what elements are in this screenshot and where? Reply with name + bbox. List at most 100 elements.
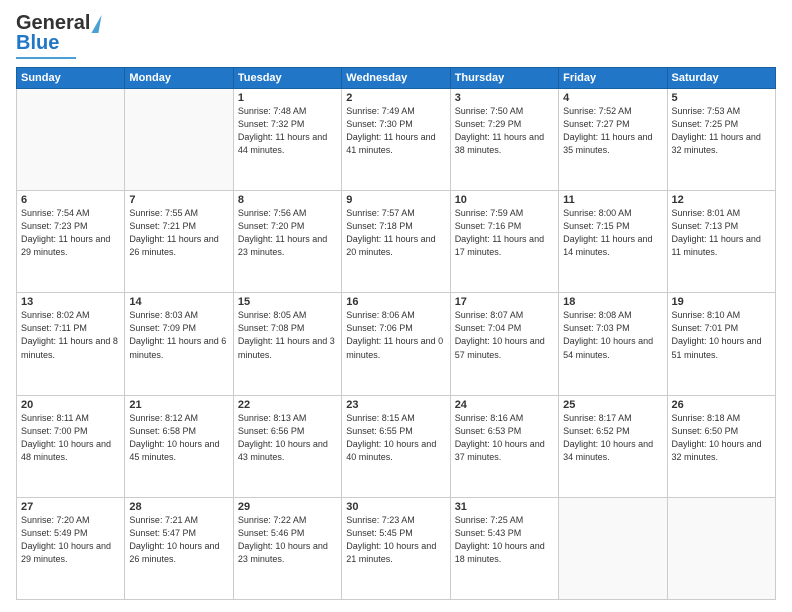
day-detail: Sunrise: 8:06 AM Sunset: 7:06 PM Dayligh… [346, 309, 445, 361]
weekday-header-friday: Friday [559, 68, 667, 89]
day-detail: Sunrise: 8:08 AM Sunset: 7:03 PM Dayligh… [563, 309, 662, 361]
day-number: 10 [455, 194, 554, 206]
day-number: 3 [455, 92, 554, 104]
day-number: 19 [672, 296, 771, 308]
page: General Blue SundayMondayTuesdayWednesda… [0, 0, 792, 612]
calendar-week-3: 13Sunrise: 8:02 AM Sunset: 7:11 PM Dayli… [17, 293, 776, 395]
calendar-cell: 6Sunrise: 7:54 AM Sunset: 7:23 PM Daylig… [17, 191, 125, 293]
calendar-cell: 23Sunrise: 8:15 AM Sunset: 6:55 PM Dayli… [342, 395, 450, 497]
calendar-cell: 16Sunrise: 8:06 AM Sunset: 7:06 PM Dayli… [342, 293, 450, 395]
calendar-cell: 20Sunrise: 8:11 AM Sunset: 7:00 PM Dayli… [17, 395, 125, 497]
day-detail: Sunrise: 8:03 AM Sunset: 7:09 PM Dayligh… [129, 309, 228, 361]
day-detail: Sunrise: 8:10 AM Sunset: 7:01 PM Dayligh… [672, 309, 771, 361]
calendar-cell: 14Sunrise: 8:03 AM Sunset: 7:09 PM Dayli… [125, 293, 233, 395]
day-number: 2 [346, 92, 445, 104]
calendar-cell: 8Sunrise: 7:56 AM Sunset: 7:20 PM Daylig… [233, 191, 341, 293]
weekday-header-monday: Monday [125, 68, 233, 89]
day-detail: Sunrise: 8:02 AM Sunset: 7:11 PM Dayligh… [21, 309, 120, 361]
calendar-cell: 7Sunrise: 7:55 AM Sunset: 7:21 PM Daylig… [125, 191, 233, 293]
logo-divider [16, 57, 76, 59]
calendar-cell [667, 497, 775, 599]
day-detail: Sunrise: 8:17 AM Sunset: 6:52 PM Dayligh… [563, 412, 662, 464]
calendar-cell: 1Sunrise: 7:48 AM Sunset: 7:32 PM Daylig… [233, 89, 341, 191]
calendar-cell: 10Sunrise: 7:59 AM Sunset: 7:16 PM Dayli… [450, 191, 558, 293]
day-number: 18 [563, 296, 662, 308]
calendar-week-4: 20Sunrise: 8:11 AM Sunset: 7:00 PM Dayli… [17, 395, 776, 497]
day-number: 16 [346, 296, 445, 308]
day-number: 30 [346, 501, 445, 513]
day-detail: Sunrise: 8:13 AM Sunset: 6:56 PM Dayligh… [238, 412, 337, 464]
weekday-header-tuesday: Tuesday [233, 68, 341, 89]
day-number: 12 [672, 194, 771, 206]
calendar-cell [559, 497, 667, 599]
calendar-cell: 5Sunrise: 7:53 AM Sunset: 7:25 PM Daylig… [667, 89, 775, 191]
day-detail: Sunrise: 7:48 AM Sunset: 7:32 PM Dayligh… [238, 105, 337, 157]
day-detail: Sunrise: 7:25 AM Sunset: 5:43 PM Dayligh… [455, 514, 554, 566]
day-number: 27 [21, 501, 120, 513]
day-number: 20 [21, 399, 120, 411]
day-detail: Sunrise: 7:57 AM Sunset: 7:18 PM Dayligh… [346, 207, 445, 259]
day-number: 6 [21, 194, 120, 206]
calendar-cell: 19Sunrise: 8:10 AM Sunset: 7:01 PM Dayli… [667, 293, 775, 395]
day-number: 8 [238, 194, 337, 206]
calendar-cell [125, 89, 233, 191]
day-detail: Sunrise: 7:53 AM Sunset: 7:25 PM Dayligh… [672, 105, 771, 157]
day-detail: Sunrise: 7:55 AM Sunset: 7:21 PM Dayligh… [129, 207, 228, 259]
calendar-cell: 18Sunrise: 8:08 AM Sunset: 7:03 PM Dayli… [559, 293, 667, 395]
day-detail: Sunrise: 8:18 AM Sunset: 6:50 PM Dayligh… [672, 412, 771, 464]
day-detail: Sunrise: 8:05 AM Sunset: 7:08 PM Dayligh… [238, 309, 337, 361]
day-detail: Sunrise: 7:23 AM Sunset: 5:45 PM Dayligh… [346, 514, 445, 566]
day-number: 25 [563, 399, 662, 411]
calendar-cell: 9Sunrise: 7:57 AM Sunset: 7:18 PM Daylig… [342, 191, 450, 293]
calendar-cell: 13Sunrise: 8:02 AM Sunset: 7:11 PM Dayli… [17, 293, 125, 395]
logo: General Blue [16, 12, 100, 59]
day-detail: Sunrise: 8:01 AM Sunset: 7:13 PM Dayligh… [672, 207, 771, 259]
calendar-cell: 17Sunrise: 8:07 AM Sunset: 7:04 PM Dayli… [450, 293, 558, 395]
calendar-cell: 12Sunrise: 8:01 AM Sunset: 7:13 PM Dayli… [667, 191, 775, 293]
calendar-table: SundayMondayTuesdayWednesdayThursdayFrid… [16, 67, 776, 600]
day-number: 22 [238, 399, 337, 411]
calendar-cell: 28Sunrise: 7:21 AM Sunset: 5:47 PM Dayli… [125, 497, 233, 599]
calendar-cell: 22Sunrise: 8:13 AM Sunset: 6:56 PM Dayli… [233, 395, 341, 497]
calendar-week-5: 27Sunrise: 7:20 AM Sunset: 5:49 PM Dayli… [17, 497, 776, 599]
day-number: 1 [238, 92, 337, 104]
header: General Blue [16, 12, 776, 59]
calendar-cell: 31Sunrise: 7:25 AM Sunset: 5:43 PM Dayli… [450, 497, 558, 599]
day-detail: Sunrise: 8:15 AM Sunset: 6:55 PM Dayligh… [346, 412, 445, 464]
weekday-header-row: SundayMondayTuesdayWednesdayThursdayFrid… [17, 68, 776, 89]
calendar-cell: 27Sunrise: 7:20 AM Sunset: 5:49 PM Dayli… [17, 497, 125, 599]
calendar-cell: 11Sunrise: 8:00 AM Sunset: 7:15 PM Dayli… [559, 191, 667, 293]
day-number: 15 [238, 296, 337, 308]
calendar-cell: 15Sunrise: 8:05 AM Sunset: 7:08 PM Dayli… [233, 293, 341, 395]
day-detail: Sunrise: 7:54 AM Sunset: 7:23 PM Dayligh… [21, 207, 120, 259]
day-number: 13 [21, 296, 120, 308]
calendar-cell: 30Sunrise: 7:23 AM Sunset: 5:45 PM Dayli… [342, 497, 450, 599]
day-detail: Sunrise: 8:00 AM Sunset: 7:15 PM Dayligh… [563, 207, 662, 259]
day-detail: Sunrise: 7:50 AM Sunset: 7:29 PM Dayligh… [455, 105, 554, 157]
weekday-header-saturday: Saturday [667, 68, 775, 89]
calendar-cell: 26Sunrise: 8:18 AM Sunset: 6:50 PM Dayli… [667, 395, 775, 497]
day-number: 31 [455, 501, 554, 513]
day-number: 7 [129, 194, 228, 206]
day-detail: Sunrise: 7:20 AM Sunset: 5:49 PM Dayligh… [21, 514, 120, 566]
logo-triangle-icon [92, 15, 102, 33]
day-detail: Sunrise: 8:16 AM Sunset: 6:53 PM Dayligh… [455, 412, 554, 464]
calendar-cell [17, 89, 125, 191]
day-detail: Sunrise: 8:11 AM Sunset: 7:00 PM Dayligh… [21, 412, 120, 464]
day-number: 9 [346, 194, 445, 206]
day-number: 11 [563, 194, 662, 206]
day-number: 29 [238, 501, 337, 513]
day-number: 4 [563, 92, 662, 104]
day-number: 24 [455, 399, 554, 411]
day-detail: Sunrise: 7:59 AM Sunset: 7:16 PM Dayligh… [455, 207, 554, 259]
logo-blue: Blue [16, 32, 59, 55]
calendar-cell: 3Sunrise: 7:50 AM Sunset: 7:29 PM Daylig… [450, 89, 558, 191]
weekday-header-sunday: Sunday [17, 68, 125, 89]
day-detail: Sunrise: 8:07 AM Sunset: 7:04 PM Dayligh… [455, 309, 554, 361]
calendar-week-2: 6Sunrise: 7:54 AM Sunset: 7:23 PM Daylig… [17, 191, 776, 293]
calendar-cell: 2Sunrise: 7:49 AM Sunset: 7:30 PM Daylig… [342, 89, 450, 191]
weekday-header-thursday: Thursday [450, 68, 558, 89]
weekday-header-wednesday: Wednesday [342, 68, 450, 89]
day-detail: Sunrise: 7:49 AM Sunset: 7:30 PM Dayligh… [346, 105, 445, 157]
calendar-cell: 21Sunrise: 8:12 AM Sunset: 6:58 PM Dayli… [125, 395, 233, 497]
